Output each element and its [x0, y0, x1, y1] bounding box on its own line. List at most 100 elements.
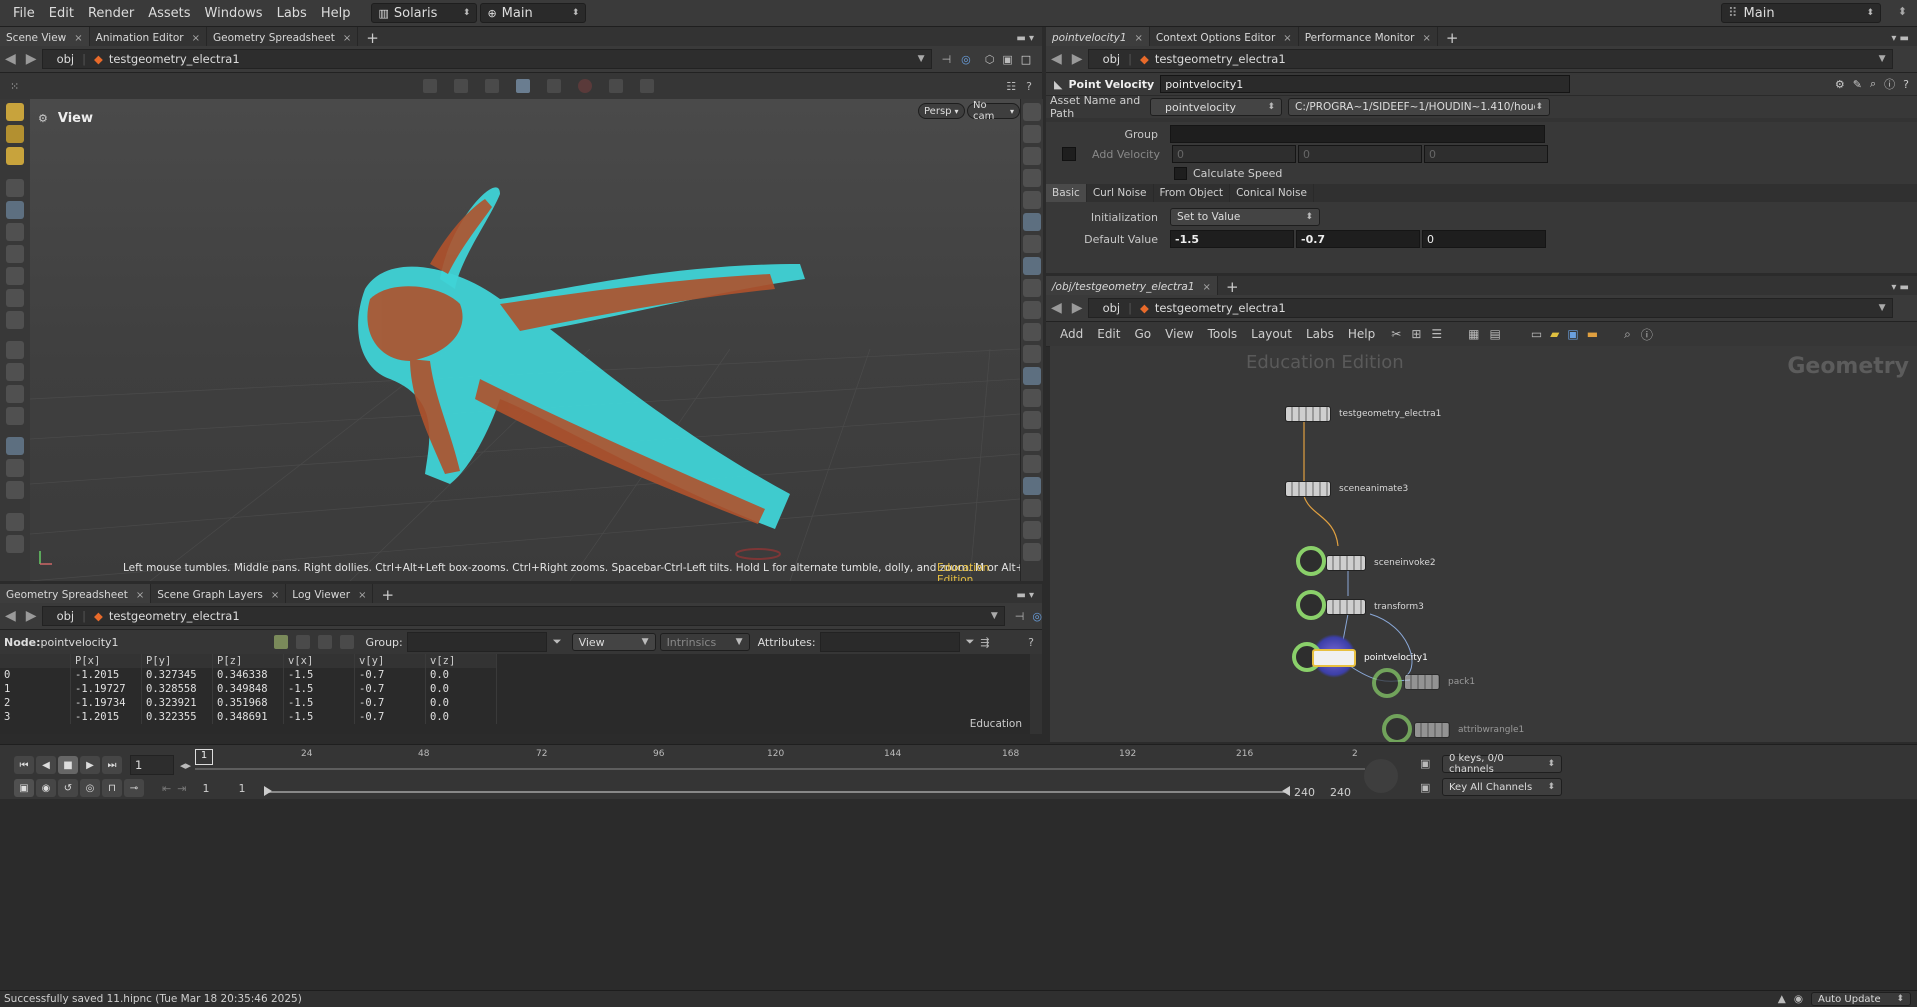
dropdown-icon[interactable]: ▼: [918, 54, 925, 64]
box-icon[interactable]: ▬: [1587, 327, 1598, 341]
frame-field[interactable]: 1: [130, 755, 174, 775]
wrench-icon[interactable]: ✂: [1391, 327, 1401, 341]
help-icon[interactable]: ?: [1028, 636, 1034, 649]
initialization-menu[interactable]: Set to Value ⬍: [1170, 208, 1320, 226]
curve-snap-icon[interactable]: [6, 385, 24, 403]
close-icon[interactable]: ×: [1283, 33, 1291, 44]
gem-icon[interactable]: [1023, 543, 1041, 561]
display-ops-icon[interactable]: [1023, 257, 1041, 275]
add-velocity-y[interactable]: 0: [1298, 145, 1422, 163]
forward-icon[interactable]: ▶: [21, 51, 42, 67]
sculpt-icon[interactable]: [6, 311, 24, 329]
network-menu-view[interactable]: View: [1165, 327, 1193, 341]
view-tool-icon[interactable]: [6, 437, 24, 455]
tree-icon[interactable]: ⊞: [1411, 327, 1421, 341]
display-icon[interactable]: [1023, 103, 1041, 121]
stop-icon[interactable]: ■: [58, 756, 78, 774]
group-param-field[interactable]: [1170, 125, 1545, 143]
group-field[interactable]: [406, 632, 547, 652]
path-root[interactable]: obj: [57, 52, 75, 66]
menu-edit[interactable]: Edit: [42, 6, 81, 21]
select-prims-icon[interactable]: [485, 79, 500, 93]
network-menu-go[interactable]: Go: [1134, 327, 1151, 341]
bone-icon[interactable]: [6, 289, 24, 307]
network-menu-layout[interactable]: Layout: [1251, 327, 1292, 341]
menu-help[interactable]: Help: [314, 6, 358, 21]
flashlight-icon[interactable]: [6, 513, 24, 531]
tab-basic[interactable]: Basic: [1046, 184, 1087, 202]
default-value-z[interactable]: 0: [1422, 230, 1546, 248]
play-icon[interactable]: ▶: [80, 756, 100, 774]
scene-viewport[interactable]: ⚙ View Persp ▾ No cam ▾ Left mouse tumbles…: [30, 99, 1020, 581]
forward-icon[interactable]: ▶: [1067, 51, 1088, 67]
tab-conical-noise[interactable]: Conical Noise: [1230, 184, 1314, 202]
info-icon[interactable]: ⓘ: [1884, 76, 1895, 92]
table-row[interactable]: 1 -1.19727 0.328558 0.349848 -1.5 -0.7 0.0: [0, 682, 497, 696]
path-node[interactable]: testgeometry_electra1: [1155, 52, 1286, 66]
texture-icon[interactable]: [1023, 279, 1041, 297]
grid-dots-icon[interactable]: ⁙: [10, 80, 19, 93]
brush-icon[interactable]: ✎: [1853, 78, 1862, 91]
node-body[interactable]: [1285, 481, 1331, 497]
node-body[interactable]: [1326, 599, 1366, 615]
back-icon[interactable]: ◀: [1046, 300, 1067, 316]
display-icon[interactable]: ▣: [1002, 53, 1012, 66]
path-node[interactable]: testgeometry_electra1: [1155, 301, 1286, 315]
menu-render[interactable]: Render: [81, 6, 141, 21]
auto-update-menu[interactable]: Auto Update ⬍: [1811, 992, 1911, 1006]
network-menu-add[interactable]: Add: [1060, 327, 1083, 341]
key-wheel-icon[interactable]: [1364, 759, 1398, 793]
cloud-icon[interactable]: [6, 481, 24, 499]
persp-menu[interactable]: Persp ▾: [918, 103, 965, 119]
range-end-handle[interactable]: [1282, 786, 1290, 796]
network-menu-help[interactable]: Help: [1348, 327, 1375, 341]
realtime-icon[interactable]: ▣: [14, 779, 34, 797]
node-sceneanimate3[interactable]: sceneanimate3: [1285, 481, 1408, 497]
default-value-x[interactable]: -1.5: [1170, 230, 1294, 248]
node-body[interactable]: [1414, 722, 1450, 738]
lock-icon[interactable]: [6, 201, 24, 219]
menu-windows[interactable]: Windows: [198, 6, 270, 21]
range-slider[interactable]: [266, 791, 1286, 793]
asset-name-menu[interactable]: pointvelocity ⬍: [1150, 98, 1282, 116]
path-root[interactable]: obj: [57, 609, 75, 623]
audio-icon[interactable]: ◉: [36, 779, 56, 797]
close-icon[interactable]: ×: [1203, 282, 1211, 293]
start-frame[interactable]: 1: [202, 782, 232, 795]
node-pointvelocity1[interactable]: pointvelocity1: [1312, 649, 1428, 667]
vertices-mode-icon[interactable]: [295, 635, 310, 649]
path-root[interactable]: obj: [1103, 301, 1121, 315]
check-icon[interactable]: [1023, 499, 1041, 517]
menu-file[interactable]: File: [6, 6, 42, 21]
add-tab-icon[interactable]: +: [366, 29, 379, 47]
column-header[interactable]: P[x]: [70, 654, 142, 668]
brush-icon[interactable]: [1023, 367, 1041, 385]
back-icon[interactable]: ◀: [0, 608, 21, 624]
network-menu-tools[interactable]: Tools: [1208, 327, 1238, 341]
stop-select-icon[interactable]: [578, 79, 593, 93]
globe-icon[interactable]: [6, 459, 24, 477]
network-editor[interactable]: Education Edition Geometry testgeometry_…: [1050, 346, 1917, 742]
move-tool-icon[interactable]: [6, 125, 24, 143]
display-options-icon[interactable]: ☷: [1006, 80, 1016, 93]
time-cursor[interactable]: 1: [195, 749, 213, 765]
filter-icon[interactable]: ⏷: [553, 635, 562, 649]
magnet-red-icon[interactable]: [6, 407, 24, 425]
number-icon[interactable]: [1023, 389, 1041, 407]
key-icon[interactable]: ⊸: [124, 779, 144, 797]
close-icon[interactable]: ×: [358, 590, 366, 601]
node-sceneinvoke2[interactable]: sceneinvoke2: [1326, 555, 1436, 571]
context-selector[interactable]: ⊕ Main ⬍: [480, 3, 587, 23]
dropdown-icon[interactable]: ▼: [1879, 54, 1886, 64]
spreadsheet-scrollbar[interactable]: [1030, 654, 1042, 734]
add-velocity-checkbox[interactable]: [1062, 147, 1076, 161]
flag-icon[interactable]: [1023, 411, 1041, 429]
add-tab-icon[interactable]: +: [1446, 29, 1459, 47]
columns-icon[interactable]: ⇶: [980, 636, 989, 649]
detail-mode-icon[interactable]: [339, 635, 354, 649]
path-field[interactable]: obj | ◆ testgeometry_electra1 ▼: [1087, 49, 1893, 69]
select-edges-icon[interactable]: [454, 79, 469, 93]
split-icon[interactable]: ⬍: [1898, 5, 1907, 18]
channel-icon[interactable]: ▣: [1420, 757, 1430, 770]
link-icon[interactable]: ◎: [1032, 610, 1042, 623]
